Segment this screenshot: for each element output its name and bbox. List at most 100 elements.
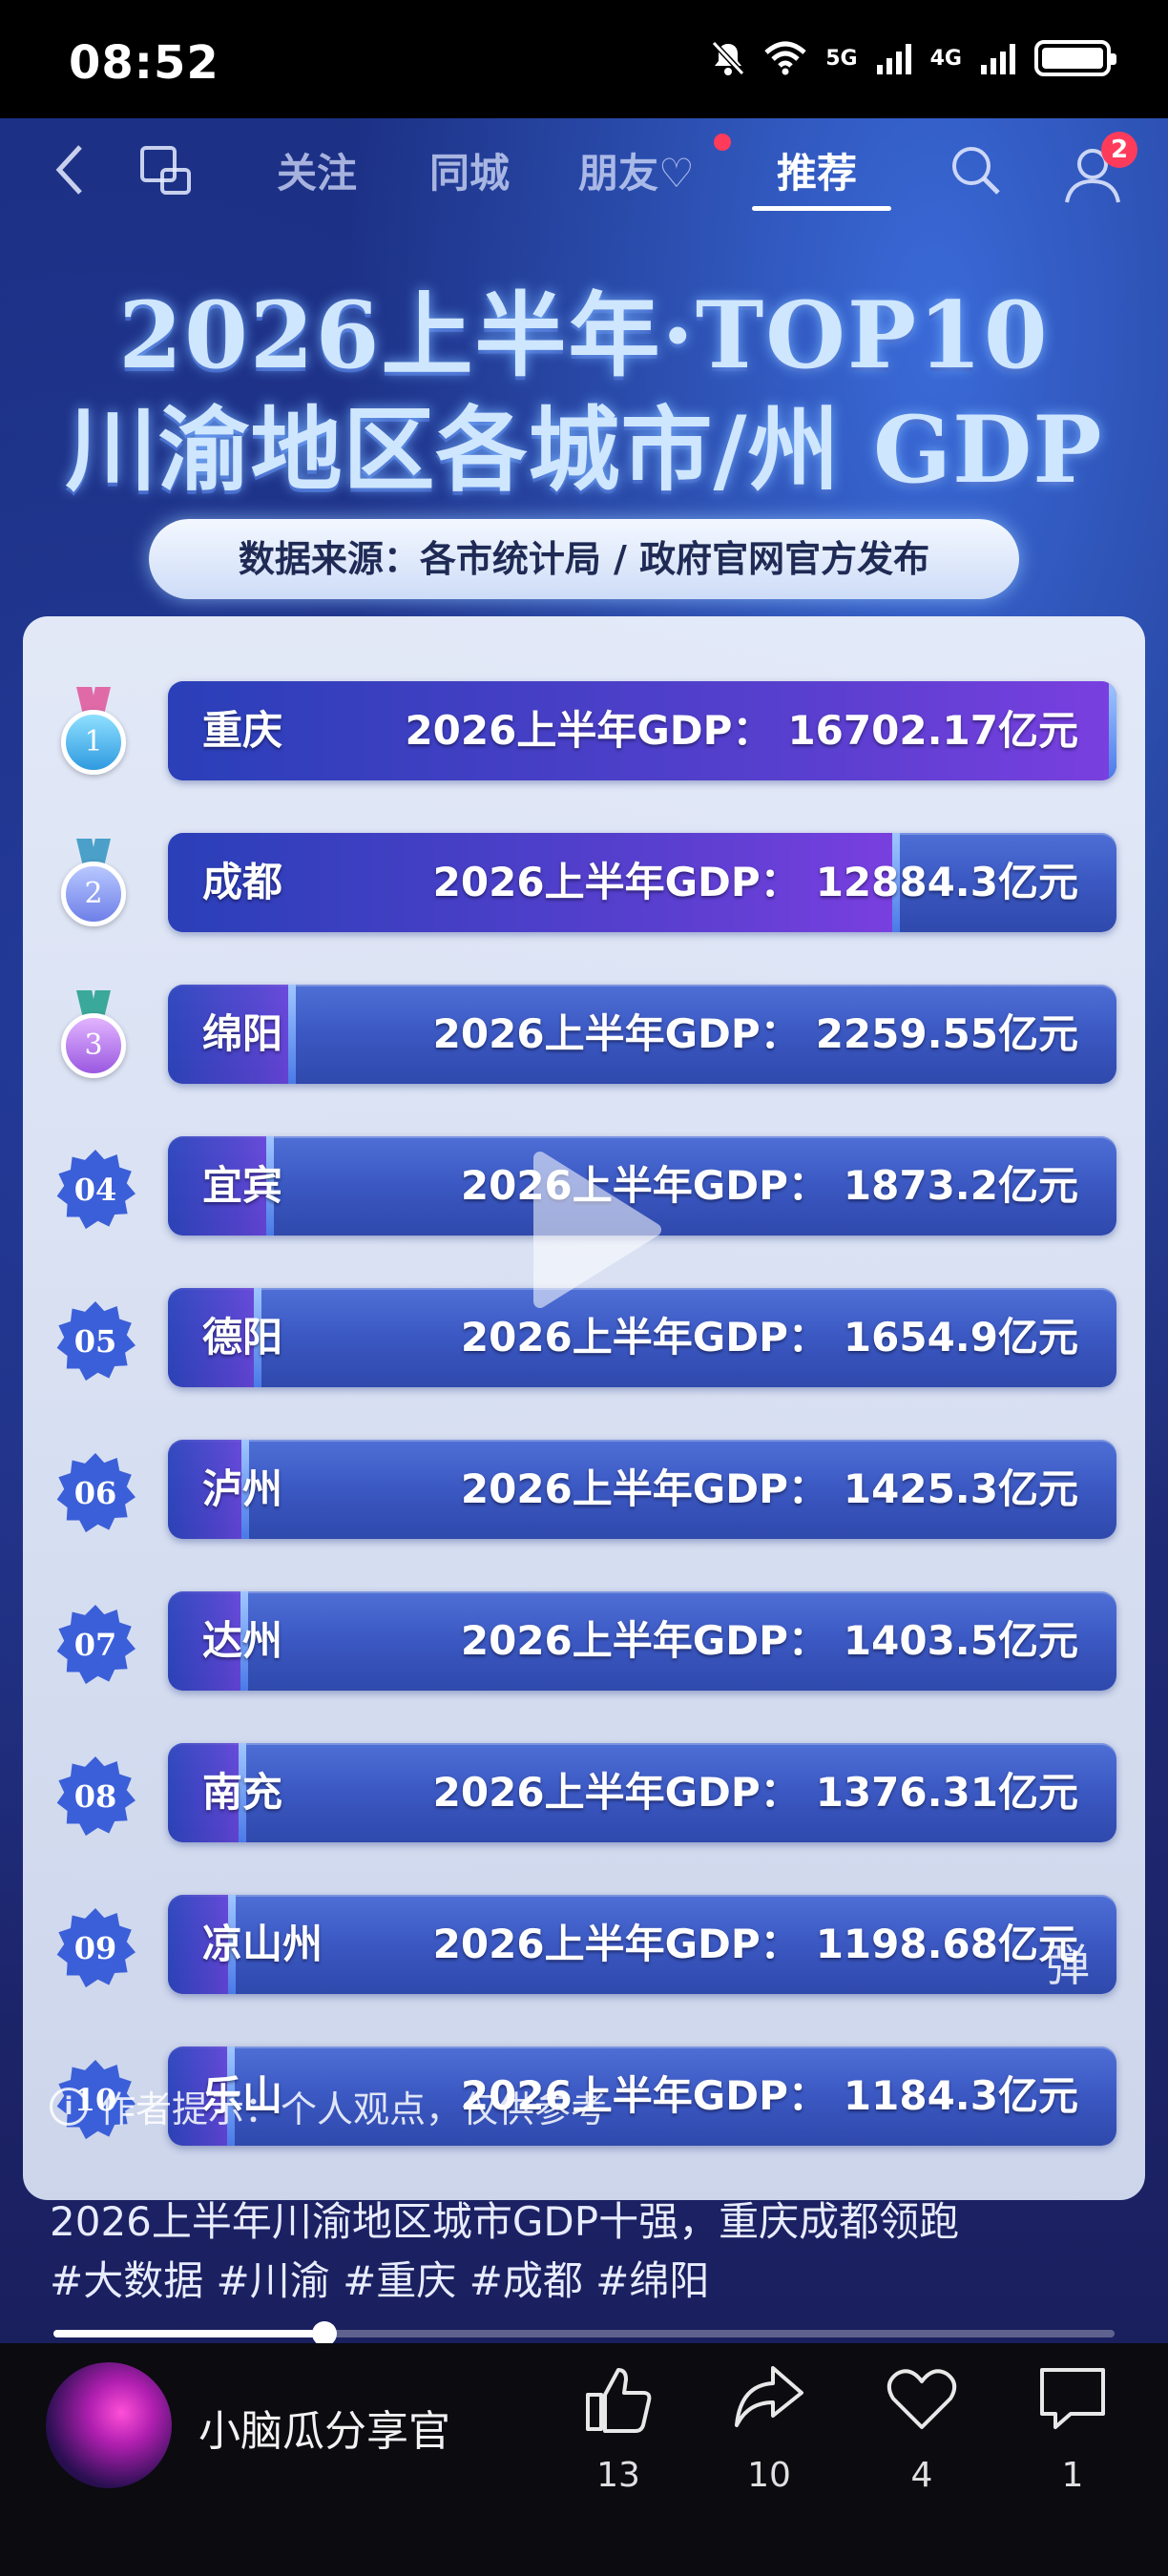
- back-icon[interactable]: [53, 143, 86, 197]
- chart-title-line2: 川渝地区各城市/州 GDP: [65, 396, 1103, 504]
- gdp-prefix: 2026上半年GDP：: [460, 1465, 828, 1512]
- rank-badge: 07: [55, 1595, 136, 1687]
- city-name: 德阳: [202, 1314, 283, 1361]
- gdp-unit: 亿元: [997, 1465, 1078, 1512]
- video-caption: 2026上半年川渝地区城市GDP十强，重庆成都领跑 #大数据 #川渝 #重庆 #…: [50, 2192, 959, 2311]
- city-name: 泸州: [202, 1465, 283, 1512]
- network-5g-label: 5G: [825, 46, 858, 71]
- wifi-icon: [764, 41, 806, 75]
- progress-knob[interactable]: [311, 2321, 337, 2343]
- video-player[interactable]: 关注 同城 朋友♡ 推荐 2 2026上半年·TOP10 川渝地区各城市/州 G…: [0, 118, 1168, 2343]
- avatar[interactable]: [46, 2362, 172, 2488]
- gdp-unit: 亿元: [997, 707, 1078, 754]
- gdp-bar: 重庆 2026上半年GDP： 16702.17亿元: [168, 681, 1116, 780]
- ranking-panel: 1 重庆 2026上半年GDP： 16702.17亿元 2 成都 2026上半年GDP： 12…: [23, 616, 1145, 2200]
- author-tip: i 作者提示：个人观点，仅供参考: [50, 2080, 607, 2132]
- gdp-value: 1376.31: [815, 1769, 998, 1816]
- rank-number: 09: [56, 1908, 136, 1988]
- ranking-row: 1 重庆 2026上半年GDP： 16702.17亿元: [23, 681, 1145, 780]
- tab-recommend[interactable]: 推荐: [777, 141, 857, 199]
- city-name: 宜宾: [202, 1162, 283, 1209]
- gdp-value: 12884.3: [815, 859, 998, 905]
- gdp-prefix: 2026上半年GDP：: [460, 1617, 828, 1664]
- tab-local[interactable]: 同城: [429, 141, 510, 199]
- mute-icon: [712, 40, 745, 76]
- comment-icon: [1040, 2368, 1105, 2429]
- gdp-unit: 亿元: [997, 2072, 1078, 2119]
- share-button[interactable]: 10: [721, 2362, 817, 2495]
- signal-icon-2: [981, 42, 1015, 74]
- gdp-bar: 达州 2026上半年GDP： 1403.5亿元: [168, 1591, 1116, 1691]
- author-name[interactable]: 小脑瓜分享官: [198, 2397, 450, 2458]
- caption-title: 2026上半年川渝地区城市GDP十强，重庆成都领跑: [50, 2198, 960, 2245]
- rank-number: 08: [56, 1756, 136, 1837]
- chart-title-line1: 2026上半年·TOP10: [118, 281, 1050, 389]
- play-icon[interactable]: [521, 1149, 664, 1311]
- city-name: 南充: [202, 1769, 283, 1816]
- like-count: 13: [596, 2456, 640, 2495]
- multiwindow-icon[interactable]: [139, 145, 193, 197]
- network-4g-label: 4G: [929, 46, 962, 71]
- author-tip-text: 作者提示：个人观点，仅供参考: [99, 2088, 608, 2130]
- gdp-value: 1873.2: [843, 1162, 998, 1209]
- city-name: 成都: [202, 859, 283, 905]
- rank-badge: 09: [55, 1899, 136, 1990]
- rank-number: 3: [61, 1013, 126, 1078]
- gdp-label: 2026上半年GDP： 1198.68亿元: [433, 1895, 1078, 1994]
- share-icon: [735, 2366, 803, 2427]
- gdp-prefix: 2026上半年GDP：: [432, 1769, 801, 1816]
- ranking-row: 09 凉山州 2026上半年GDP： 1198.68亿元: [23, 1895, 1145, 1994]
- gdp-label: 2026上半年GDP： 12884.3亿元: [433, 833, 1078, 932]
- gdp-value: 1403.5: [843, 1617, 998, 1664]
- gdp-bar: 泸州 2026上半年GDP： 1425.3亿元: [168, 1440, 1116, 1539]
- status-icons: 5G 4G: [711, 40, 1116, 76]
- danmu-toggle[interactable]: 弹: [1046, 1931, 1090, 1994]
- gdp-value: 1198.68: [815, 1921, 998, 1967]
- gdp-unit: 亿元: [997, 1162, 1078, 1209]
- gdp-bar: 绵阳 2026上半年GDP： 2259.55亿元: [168, 985, 1116, 1084]
- ranking-row: 2 成都 2026上半年GDP： 12884.3亿元: [23, 833, 1145, 932]
- rank-number: 1: [61, 710, 126, 775]
- medal-icon: 2: [55, 837, 132, 928]
- gdp-prefix: 2026上半年GDP：: [432, 1921, 801, 1967]
- favorite-count: 4: [910, 2456, 933, 2495]
- gdp-value: 16702.17: [787, 707, 998, 754]
- gdp-prefix: 2026上半年GDP：: [405, 707, 773, 754]
- search-icon[interactable]: [949, 143, 1002, 197]
- tab-friends[interactable]: 朋友♡: [578, 141, 695, 199]
- city-name: 凉山州: [202, 1921, 323, 1967]
- caption-hashtags[interactable]: #大数据 #川渝 #重庆 #成都 #绵阳: [50, 2252, 959, 2311]
- medal-icon: 1: [55, 685, 132, 777]
- progress-bar[interactable]: [53, 2321, 1115, 2343]
- favorite-button[interactable]: 4: [874, 2362, 970, 2495]
- city-name: 重庆: [202, 707, 283, 754]
- ranking-row: 06 泸州 2026上半年GDP： 1425.3亿元: [23, 1440, 1145, 1539]
- gdp-value: 1654.9: [843, 1314, 998, 1361]
- gdp-label: 2026上半年GDP： 1403.5亿元: [461, 1591, 1078, 1691]
- share-count: 10: [747, 2456, 791, 2495]
- gdp-label: 2026上半年GDP： 2259.55亿元: [433, 985, 1078, 1084]
- gdp-label: 2026上半年GDP： 1376.31亿元: [433, 1743, 1078, 1842]
- progress-fill: [53, 2330, 324, 2337]
- rank-number: 06: [56, 1453, 136, 1533]
- gdp-prefix: 2026上半年GDP：: [432, 1010, 801, 1057]
- gdp-bar-edge: [288, 985, 297, 1084]
- info-icon: i: [50, 2087, 88, 2126]
- city-name: 达州: [202, 1617, 283, 1664]
- gdp-bar-edge: [1109, 681, 1116, 780]
- comment-button[interactable]: 1: [1025, 2362, 1120, 2495]
- like-button[interactable]: 13: [571, 2362, 666, 2495]
- top-nav: 关注 同城 朋友♡ 推荐 2: [0, 118, 1168, 218]
- city-name: 绵阳: [202, 1010, 283, 1057]
- heart-icon: [886, 2369, 957, 2429]
- gdp-label: 2026上半年GDP： 1425.3亿元: [461, 1440, 1078, 1539]
- rank-badge: 04: [55, 1140, 136, 1232]
- ranking-row: 07 达州 2026上半年GDP： 1403.5亿元: [23, 1591, 1145, 1691]
- battery-icon: [1034, 40, 1116, 76]
- data-source-pill: 数据来源：各市统计局 / 政府官网官方发布: [149, 519, 1019, 599]
- gdp-prefix: 2026上半年GDP：: [432, 859, 801, 905]
- medal-icon: 3: [55, 988, 132, 1080]
- tab-follow[interactable]: 关注: [277, 141, 357, 199]
- gdp-unit: 亿元: [997, 1314, 1078, 1361]
- bottom-bar: 小脑瓜分享官 13 10 4 1: [0, 2343, 1168, 2576]
